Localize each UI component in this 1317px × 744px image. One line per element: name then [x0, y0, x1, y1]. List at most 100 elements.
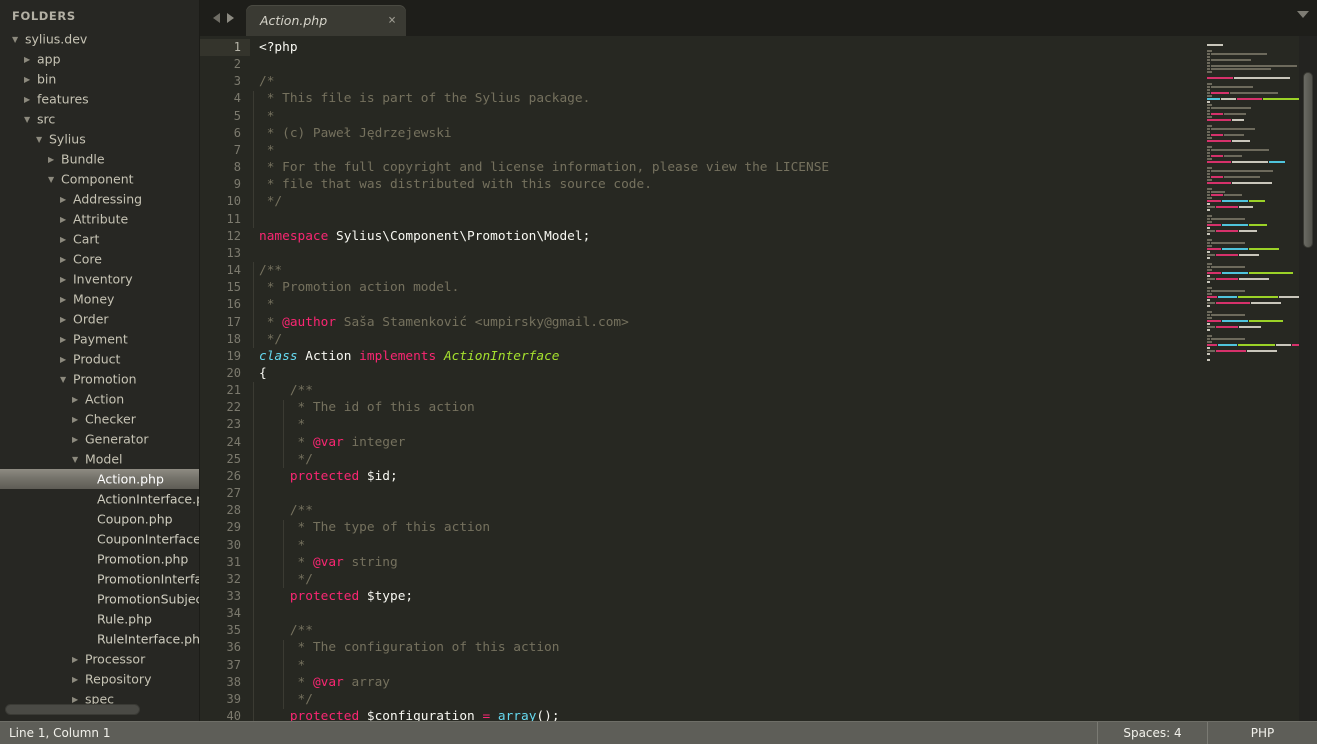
tree-folder[interactable]: ▼ Component	[0, 169, 199, 189]
tree-folder[interactable]: ▶ Core	[0, 249, 199, 269]
tree-folder[interactable]: ▼ sylius.dev	[0, 29, 199, 49]
code-line[interactable]: */	[259, 193, 1317, 210]
triangle-right-icon[interactable]: ▶	[72, 670, 85, 690]
status-indentation[interactable]: Spaces: 4	[1097, 721, 1207, 744]
code-line[interactable]: protected $id;	[259, 468, 1317, 485]
code-line[interactable]: {	[259, 365, 1317, 382]
tree-file[interactable]: RuleInterface.php	[0, 629, 199, 649]
code-line[interactable]	[259, 211, 1317, 228]
code-line[interactable]: * The configuration of this action	[259, 639, 1317, 656]
tree-file[interactable]: Coupon.php	[0, 509, 199, 529]
tree-file[interactable]: ActionInterface.php	[0, 489, 199, 509]
code-line[interactable]: *	[259, 537, 1317, 554]
tree-folder[interactable]: ▶ Action	[0, 389, 199, 409]
code-line[interactable]: * The type of this action	[259, 519, 1317, 536]
tree-folder[interactable]: ▶ Payment	[0, 329, 199, 349]
triangle-right-icon[interactable]: ▶	[72, 650, 85, 670]
code-line[interactable]: *	[259, 142, 1317, 159]
tree-folder[interactable]: ▶ Product	[0, 349, 199, 369]
tree-file[interactable]: PromotionSubjectInterface.php	[0, 589, 199, 609]
tree-folder[interactable]: ▶ Repository	[0, 669, 199, 689]
code-line[interactable]: */	[259, 451, 1317, 468]
triangle-down-icon[interactable]: ▼	[36, 130, 49, 150]
tree-file[interactable]: CouponInterface.php	[0, 529, 199, 549]
chevron-down-icon[interactable]	[1297, 11, 1309, 18]
tree-file[interactable]: Action.php	[0, 469, 199, 489]
code-line[interactable]: * (c) Paweł Jędrzejewski	[259, 125, 1317, 142]
triangle-right-icon[interactable]: ▶	[72, 430, 85, 450]
code-line[interactable]: /**	[259, 502, 1317, 519]
minimap[interactable]	[1203, 36, 1299, 721]
code-line[interactable]: *	[259, 416, 1317, 433]
triangle-right-icon[interactable]: ▶	[24, 50, 37, 70]
triangle-down-icon[interactable]: ▼	[12, 30, 25, 50]
code-area[interactable]: 1 2 3 4 5 6 7 8 9 10 11 12 13 14 15 16 17 18 19 20 21 22 23 24 2…	[200, 36, 1317, 721]
code-line[interactable]: * The id of this action	[259, 399, 1317, 416]
tree-folder[interactable]: ▶ features	[0, 89, 199, 109]
close-icon[interactable]: ×	[362, 14, 396, 27]
tree-folder[interactable]: ▶ Processor	[0, 649, 199, 669]
vertical-scrollbar-track[interactable]	[1299, 36, 1317, 721]
code-line[interactable]	[259, 56, 1317, 73]
tree-folder[interactable]: ▶ Inventory	[0, 269, 199, 289]
tree-folder[interactable]: ▶ app	[0, 49, 199, 69]
triangle-right-icon[interactable]: ▶	[72, 410, 85, 430]
code-line[interactable]: * @var array	[259, 674, 1317, 691]
code-line[interactable]	[259, 605, 1317, 622]
code-line[interactable]: /*	[259, 73, 1317, 90]
tree-folder[interactable]: ▶ Bundle	[0, 149, 199, 169]
triangle-down-icon[interactable]: ▼	[72, 450, 85, 470]
triangle-right-icon[interactable]: ▶	[60, 250, 73, 270]
sidebar-folders-panel[interactable]: FOLDERS ▼ sylius.dev ▶ app ▶ bin ▶ features ▼ src…	[0, 0, 200, 721]
code-line[interactable]: * file that was distributed with this so…	[259, 176, 1317, 193]
tree-folder[interactable]: ▶ Generator	[0, 429, 199, 449]
code-line[interactable]: protected $type;	[259, 588, 1317, 605]
tree-folder[interactable]: ▶ Cart	[0, 229, 199, 249]
tab-nav-arrows[interactable]	[200, 0, 246, 36]
tree-folder[interactable]: ▶ bin	[0, 69, 199, 89]
triangle-right-icon[interactable]: ▶	[60, 310, 73, 330]
code-line[interactable]: /**	[259, 382, 1317, 399]
tree-folder[interactable]: ▶ Attribute	[0, 209, 199, 229]
triangle-right-icon[interactable]: ▶	[48, 150, 61, 170]
triangle-down-icon[interactable]: ▼	[24, 110, 37, 130]
vertical-scrollbar-thumb[interactable]	[1303, 72, 1313, 248]
code-line[interactable]: * @var integer	[259, 434, 1317, 451]
tree-file[interactable]: Rule.php	[0, 609, 199, 629]
code-line[interactable]: */	[259, 571, 1317, 588]
tree-folder[interactable]: ▼ Promotion	[0, 369, 199, 389]
code-line[interactable]: *	[259, 296, 1317, 313]
nav-prev-icon[interactable]	[212, 13, 220, 23]
tree-folder[interactable]: ▶ Order	[0, 309, 199, 329]
triangle-down-icon[interactable]: ▼	[48, 170, 61, 190]
code-line[interactable]: protected $configuration = array();	[259, 708, 1317, 721]
tree-folder[interactable]: ▶ Checker	[0, 409, 199, 429]
triangle-right-icon[interactable]: ▶	[60, 190, 73, 210]
triangle-right-icon[interactable]: ▶	[24, 90, 37, 110]
triangle-right-icon[interactable]: ▶	[60, 350, 73, 370]
triangle-right-icon[interactable]: ▶	[60, 330, 73, 350]
code-line[interactable]: * @var string	[259, 554, 1317, 571]
triangle-right-icon[interactable]: ▶	[60, 230, 73, 250]
code-line[interactable]: */	[259, 691, 1317, 708]
code-line[interactable]	[259, 245, 1317, 262]
tree-folder[interactable]: ▶ Money	[0, 289, 199, 309]
code-line[interactable]: <?php	[259, 39, 1317, 56]
tree-file[interactable]: Promotion.php	[0, 549, 199, 569]
code-line[interactable]: *	[259, 108, 1317, 125]
code-line[interactable]: * @author Saša Stamenković <umpirsky@gma…	[259, 314, 1317, 331]
triangle-right-icon[interactable]: ▶	[60, 290, 73, 310]
code-line[interactable]: namespace Sylius\Component\Promotion\Mod…	[259, 228, 1317, 245]
triangle-right-icon[interactable]: ▶	[60, 270, 73, 290]
triangle-down-icon[interactable]: ▼	[60, 370, 73, 390]
tree-folder[interactable]: ▼ Sylius	[0, 129, 199, 149]
code-text[interactable]: <?php /* * This file is part of the Syli…	[250, 36, 1317, 721]
code-line[interactable]: class Action implements ActionInterface	[259, 348, 1317, 365]
triangle-right-icon[interactable]: ▶	[60, 210, 73, 230]
code-line[interactable]: * For the full copyright and license inf…	[259, 159, 1317, 176]
tree-folder[interactable]: ▶ Addressing	[0, 189, 199, 209]
status-syntax[interactable]: PHP	[1207, 721, 1317, 744]
tree-folder[interactable]: ▼ Model	[0, 449, 199, 469]
folder-tree[interactable]: ▼ sylius.dev ▶ app ▶ bin ▶ features ▼ src ▼ Sylius ▶…	[0, 29, 199, 709]
triangle-right-icon[interactable]: ▶	[24, 70, 37, 90]
